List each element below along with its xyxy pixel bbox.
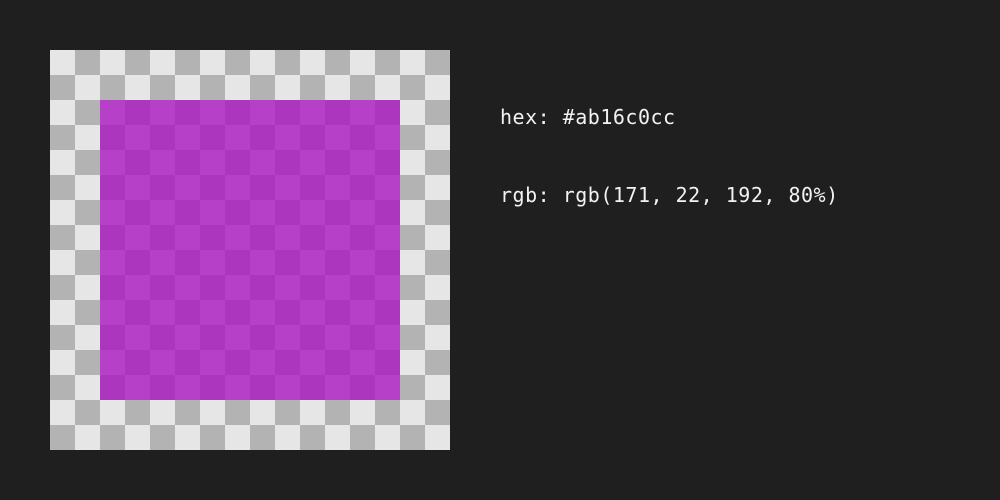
checkerboard-background [50,50,450,450]
rgb-value: rgb(171, 22, 192, 80%) [562,183,839,207]
hex-value: #ab16c0cc [562,105,676,129]
rgb-label: rgb: [500,183,551,207]
rgb-line: rgb: rgb(171, 22, 192, 80%) [500,182,839,208]
hex-label: hex: [500,105,551,129]
hex-line: hex: #ab16c0cc [500,104,839,130]
color-info-panel: hex: #ab16c0cc rgb: rgb(171, 22, 192, 80… [500,52,839,234]
color-swatch [100,100,400,400]
